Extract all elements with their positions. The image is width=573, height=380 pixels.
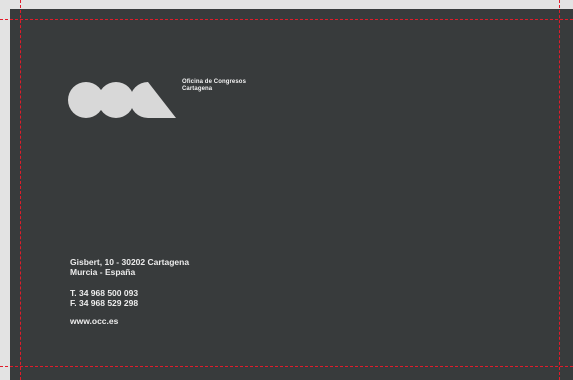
logo-circle-middle	[98, 82, 134, 118]
fax-number: F. 34 968 529 298	[70, 297, 139, 308]
logo-half-circle-right	[130, 82, 176, 118]
website-url: www.occ.es	[70, 316, 119, 326]
address-line-2: Murcia - España	[70, 266, 136, 277]
brand-name-line-1: Oficina de Congresos	[182, 79, 247, 85]
brand-name: Oficina de Congresos Cartagena	[182, 79, 246, 93]
business-card-canvas: Oficina de Congresos Cartagena Gisbert, …	[0, 0, 573, 380]
phone-details: T. 34 968 500 093 F. 34 968 529 298	[70, 288, 139, 308]
brand-name-line-2: Cartagena	[182, 86, 213, 92]
occ-logo-icon	[68, 82, 176, 118]
postal-address: Gisbert, 10 - 30202 Cartagena Murcia - E…	[70, 257, 189, 277]
website: www.occ.es	[70, 316, 119, 327]
